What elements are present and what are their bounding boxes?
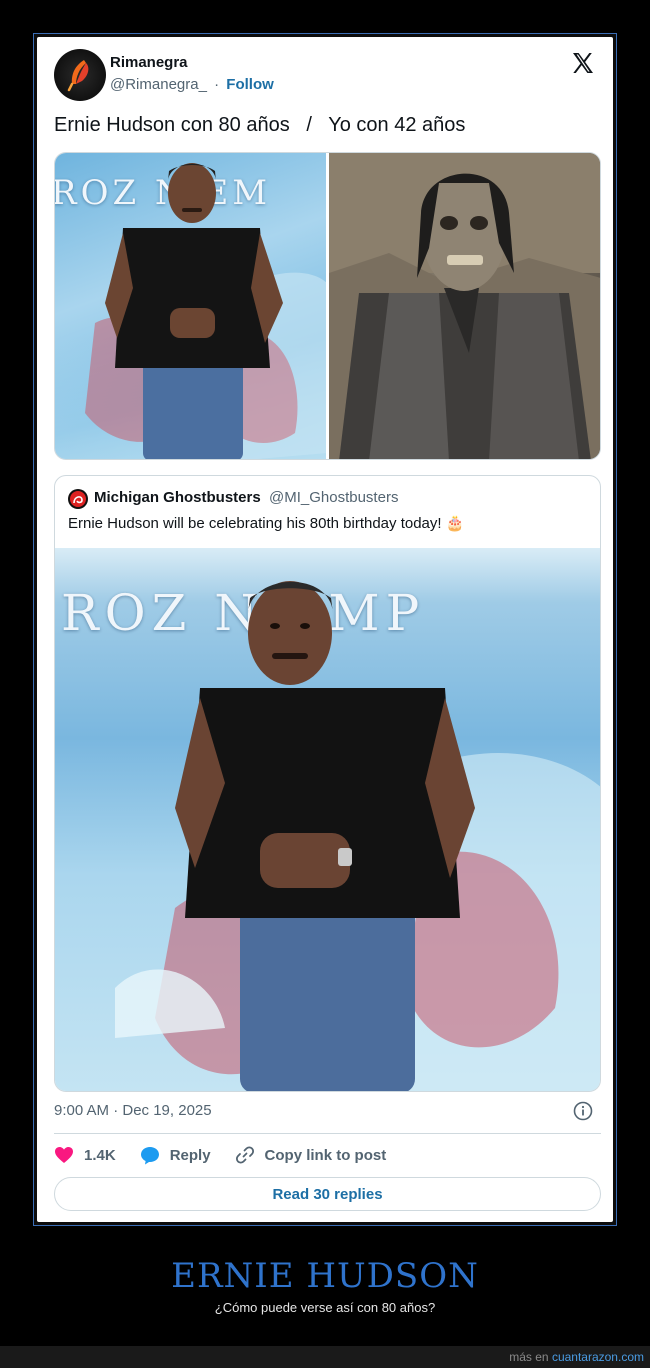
x-logo-icon[interactable] bbox=[571, 51, 595, 75]
separator-dot: · bbox=[214, 76, 220, 93]
heart-icon bbox=[55, 1147, 73, 1163]
read-replies-button[interactable]: Read 30 replies bbox=[54, 1177, 601, 1211]
like-count: 1.4K bbox=[84, 1146, 116, 1164]
footer-link[interactable]: cuantarazon.com bbox=[552, 1350, 644, 1364]
reply-button[interactable]: Reply bbox=[140, 1146, 211, 1165]
follow-button[interactable]: Follow bbox=[226, 76, 274, 93]
footer-bar: más en cuantarazon.com bbox=[0, 1346, 650, 1368]
quoted-text: Ernie Hudson will be celebrating his 80t… bbox=[68, 515, 465, 532]
quoted-author-handle[interactable]: @MI_Ghostbusters bbox=[269, 489, 398, 506]
link-icon bbox=[235, 1146, 254, 1164]
quoted-author-avatar[interactable] bbox=[68, 489, 88, 509]
author-name[interactable]: Rimanegra bbox=[110, 54, 188, 71]
divider bbox=[54, 1133, 601, 1134]
quoted-photo[interactable]: ROZ N EMP bbox=[55, 548, 600, 1091]
quoted-tweet[interactable]: Michigan Ghostbusters @MI_Ghostbusters E… bbox=[54, 475, 601, 1092]
tweet-text: Ernie Hudson con 80 años / Yo con 42 año… bbox=[54, 114, 466, 136]
author-handle[interactable]: @Rimanegra_ bbox=[110, 76, 207, 93]
copy-link-button[interactable]: Copy link to post bbox=[235, 1145, 387, 1165]
meme-subtitle: ¿Cómo puede verse así con 80 años? bbox=[214, 1300, 436, 1315]
person-illustration bbox=[85, 163, 326, 459]
feather-icon bbox=[67, 60, 89, 92]
reply-label: Reply bbox=[169, 1146, 211, 1164]
author-avatar[interactable] bbox=[54, 49, 106, 101]
copy-link-label: Copy link to post bbox=[264, 1146, 387, 1164]
speech-bubble-icon bbox=[140, 1146, 159, 1164]
tweet-frame: Rimanegra @Rimanegra_ · Follow Ernie Hud… bbox=[33, 33, 617, 1226]
photo-zombie[interactable] bbox=[329, 153, 600, 459]
tweet-images[interactable]: ROZ N EM bbox=[54, 152, 601, 460]
quoted-author-name[interactable]: Michigan Ghostbusters bbox=[94, 489, 261, 506]
like-button[interactable]: 1.4K bbox=[54, 1146, 116, 1164]
info-icon[interactable] bbox=[573, 1101, 593, 1121]
action-bar: 1.4K Reply Copy link to post bbox=[54, 1142, 410, 1168]
photo-ernie-hudson[interactable]: ROZ N EM bbox=[55, 153, 326, 459]
quoted-person-illustration bbox=[115, 581, 600, 1091]
footer-prefix: más en bbox=[509, 1350, 549, 1364]
footer-text: más en cuantarazon.com bbox=[509, 1350, 644, 1364]
author-handle-line: @Rimanegra_ · Follow bbox=[110, 76, 274, 93]
meme-title: ERNIE HUDSON bbox=[171, 1256, 479, 1296]
ghost-logo-icon bbox=[70, 491, 86, 507]
tweet-card: Rimanegra @Rimanegra_ · Follow Ernie Hud… bbox=[37, 37, 613, 1222]
zombie-illustration bbox=[329, 153, 600, 459]
read-replies-label: Read 30 replies bbox=[272, 1185, 383, 1203]
tweet-timestamp[interactable]: 9:00 AM · Dec 19, 2025 bbox=[54, 1102, 212, 1119]
